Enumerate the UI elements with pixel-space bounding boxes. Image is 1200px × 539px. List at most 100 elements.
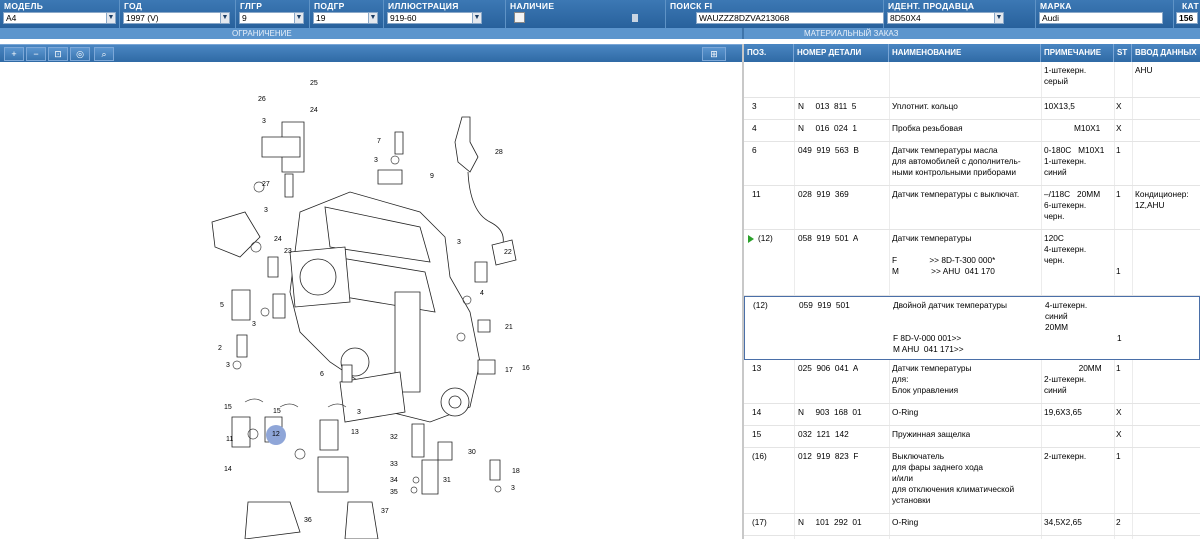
split-view-button[interactable]: ⊞ bbox=[702, 47, 726, 61]
callout[interactable]: 28 bbox=[495, 149, 503, 156]
catalog-value[interactable]: 156 bbox=[1176, 12, 1198, 24]
availability-checkbox[interactable] bbox=[514, 12, 525, 23]
column-header-data-entry[interactable]: ВВОД ДАННЫХ bbox=[1132, 44, 1200, 62]
material-order-tab[interactable]: МАТЕРИАЛЬНЫЙ ЗАКАЗ bbox=[804, 28, 898, 39]
cell-st: 1 bbox=[1116, 145, 1121, 155]
callout[interactable]: 25 bbox=[310, 80, 318, 87]
callout[interactable]: 3 bbox=[226, 362, 230, 369]
callout[interactable]: 3 bbox=[374, 157, 378, 164]
dealer-id-select[interactable]: 8D50X4 bbox=[887, 12, 995, 24]
callout[interactable]: 27 bbox=[262, 181, 270, 188]
callout[interactable]: 5 bbox=[220, 302, 224, 309]
callout[interactable]: 3 bbox=[264, 207, 268, 214]
sub-group-label: ПОДГР bbox=[314, 1, 345, 11]
callout[interactable]: 18 bbox=[512, 468, 520, 475]
table-row[interactable]: 11 028 919 369 Датчик температуры с выключ… bbox=[744, 186, 1200, 230]
callout[interactable]: 2 bbox=[218, 345, 222, 352]
callout[interactable]: 15 bbox=[224, 404, 232, 411]
year-select[interactable]: 1997 (V) bbox=[123, 12, 221, 24]
callout[interactable]: 34 bbox=[390, 477, 398, 484]
callout[interactable]: 16 bbox=[522, 365, 530, 372]
column-header-name[interactable]: НАИМЕНОВАНИЕ bbox=[889, 44, 1041, 62]
callout[interactable]: 24 bbox=[310, 107, 318, 114]
callout[interactable]: 33 bbox=[390, 461, 398, 468]
search-fi-input[interactable]: WAUZZZ8DZVA213068 bbox=[696, 12, 884, 24]
find-button[interactable]: ⌕ bbox=[94, 47, 114, 61]
callout[interactable]: 3 bbox=[457, 239, 461, 246]
model-select[interactable]: A4 bbox=[3, 12, 107, 24]
table-row[interactable]: 6 049 919 563 B Датчик температуры масла д… bbox=[744, 142, 1200, 186]
column-header-part-number[interactable]: НОМЕР ДЕТАЛИ bbox=[794, 44, 889, 62]
illustration-select[interactable]: 919-60 bbox=[387, 12, 473, 24]
table-row[interactable]: (12) 059 919 501 Двойной датчик температур… bbox=[744, 296, 1200, 360]
cell-note: 19,6X3,65 bbox=[1044, 407, 1082, 417]
cell-pos: 13 bbox=[752, 363, 762, 373]
dealer-id-label: ИДЕНТ. ПРОДАВЦА bbox=[888, 1, 975, 11]
main-group-select[interactable]: 9 bbox=[239, 12, 295, 24]
cell-name: O-Ring bbox=[892, 517, 919, 527]
cell-st: X bbox=[1116, 407, 1122, 417]
callout[interactable]: 13 bbox=[351, 429, 359, 436]
chevron-down-icon[interactable]: ▼ bbox=[472, 12, 482, 24]
sub-group-select[interactable]: 19 bbox=[313, 12, 369, 24]
cell-num: N 016 024 1 bbox=[798, 123, 858, 133]
chevron-down-icon[interactable]: ▼ bbox=[368, 12, 378, 24]
table-row[interactable]: 13 025 906 041 A Датчик температуры для: Б… bbox=[744, 360, 1200, 404]
callout[interactable]: 3 bbox=[357, 409, 361, 416]
table-row[interactable]: (16) 012 919 823 F Выключатель для фары за… bbox=[744, 448, 1200, 514]
restriction-tab[interactable]: ОГРАНИЧЕНИЕ bbox=[232, 28, 292, 39]
callout[interactable]: 15 bbox=[273, 408, 281, 415]
callout[interactable]: 9 bbox=[430, 173, 434, 180]
chevron-down-icon[interactable]: ▼ bbox=[294, 12, 304, 24]
brand-select[interactable]: Audi bbox=[1039, 12, 1163, 24]
table-row[interactable]: 4 N 016 024 1 Пробка резьбовая M10X1 X bbox=[744, 120, 1200, 142]
table-row[interactable]: (12) 058 919 501 A Датчик температуры F >>… bbox=[744, 230, 1200, 296]
column-header-pos[interactable]: ПОЗ. bbox=[744, 44, 794, 62]
chevron-down-icon[interactable]: ▼ bbox=[220, 12, 230, 24]
column-header-st[interactable]: ST bbox=[1114, 44, 1132, 62]
engine-illustration bbox=[211, 116, 517, 539]
callout[interactable]: 31 bbox=[443, 477, 451, 484]
callout[interactable]: 3 bbox=[252, 321, 256, 328]
zoom-fit-button[interactable]: ⊡ bbox=[48, 47, 68, 61]
cell-st: X bbox=[1116, 101, 1122, 111]
table-row[interactable]: 3 N 013 811 5 Уплотнит. кольцо 10X13,5 X bbox=[744, 98, 1200, 120]
table-row[interactable]: 15 032 121 142 Пружинная защелка X bbox=[744, 426, 1200, 448]
callout[interactable]: 37 bbox=[381, 508, 389, 515]
callout[interactable]: 3 bbox=[262, 118, 266, 125]
zoom-out-icon: − bbox=[33, 49, 39, 59]
zoom-out-button[interactable]: − bbox=[26, 47, 46, 61]
callout[interactable]: 3 bbox=[511, 485, 515, 492]
callout[interactable]: 30 bbox=[468, 449, 476, 456]
callout[interactable]: 11 bbox=[226, 436, 233, 443]
zoom-reset-button[interactable]: ◎ bbox=[70, 47, 90, 61]
callout[interactable]: 23 bbox=[284, 248, 292, 255]
search-fi-label: ПОИСК FI bbox=[670, 1, 713, 11]
callout[interactable]: 17 bbox=[505, 367, 513, 374]
table-row[interactable]: 1-штекерн. серый AHU bbox=[744, 62, 1200, 98]
cell-st: 1 bbox=[1116, 363, 1121, 373]
parts-diagram[interactable]: 25 26 24 3 7 3 9 28 27 3 24 23 22 3 5 4 … bbox=[0, 62, 742, 539]
chevron-down-icon[interactable]: ▼ bbox=[106, 12, 116, 24]
callout[interactable]: 32 bbox=[390, 434, 398, 441]
callout[interactable]: 35 bbox=[390, 489, 398, 496]
callout[interactable]: 6 bbox=[320, 371, 324, 378]
play-icon bbox=[748, 235, 754, 243]
chevron-down-icon[interactable]: ▼ bbox=[994, 12, 1004, 24]
table-row[interactable]: (17) N 101 292 01 O-Ring 34,5X2,65 2 bbox=[744, 514, 1200, 536]
callout[interactable]: 4 bbox=[480, 290, 484, 297]
callout[interactable]: 24 bbox=[274, 236, 282, 243]
callout[interactable]: 22 bbox=[504, 249, 512, 256]
illustration-filter: ИЛЛЮСТРАЦИЯ 919-60 ▼ bbox=[384, 0, 506, 28]
availability-filter: НАЛИЧИЕ bbox=[506, 0, 666, 28]
callout[interactable]: 36 bbox=[304, 517, 312, 524]
callout[interactable]: 12 bbox=[272, 431, 280, 438]
table-body: 1-штекерн. серый AHU 3 N 013 811 5 Уплотнит.… bbox=[744, 62, 1200, 539]
callout[interactable]: 26 bbox=[258, 96, 266, 103]
table-row[interactable]: 14 N 903 168 01 O-Ring 19,6X3,65 X bbox=[744, 404, 1200, 426]
callout[interactable]: 14 bbox=[224, 466, 232, 473]
callout[interactable]: 21 bbox=[505, 324, 513, 331]
zoom-in-button[interactable]: + bbox=[4, 47, 24, 61]
callout[interactable]: 7 bbox=[377, 138, 381, 145]
column-header-note[interactable]: ПРИМЕЧАНИЕ bbox=[1041, 44, 1114, 62]
